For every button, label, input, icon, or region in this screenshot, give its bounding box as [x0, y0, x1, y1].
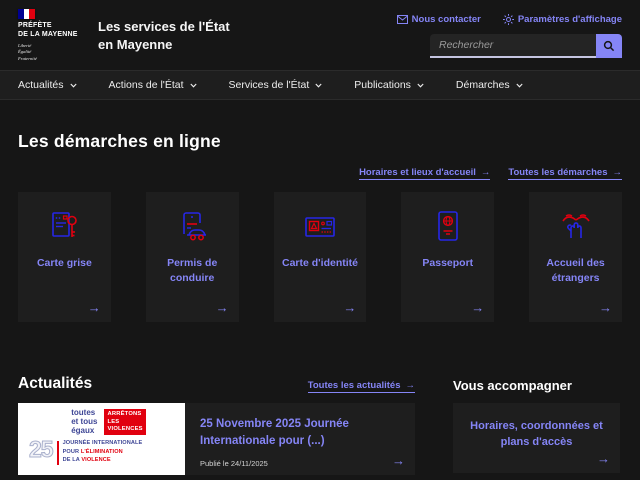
news-published-date: Publié le 24/11/2025 — [200, 459, 268, 468]
contact-link[interactable]: Nous contacter — [397, 14, 481, 25]
arrow-icon: → — [88, 300, 101, 315]
tile-label: Accueil des étrangers — [529, 256, 622, 285]
tile-accueil-etrangers[interactable]: Accueil des étrangers → — [529, 192, 622, 322]
tile-label: Passeport — [417, 256, 478, 271]
actualites-section: Actualités Toutes les actualités → toute… — [18, 375, 415, 475]
main-nav: Actualités Actions de l'État Services de… — [0, 70, 640, 100]
accompagner-section: Vous accompagner Horaires, coordonnées e… — [453, 375, 620, 475]
tile-label: Permis de conduire — [146, 256, 239, 285]
envelope-icon — [397, 15, 408, 24]
chevron-down-icon — [315, 83, 322, 88]
arrow-icon: → — [481, 167, 491, 178]
nav-item-actualites[interactable]: Actualités — [18, 79, 77, 91]
arrow-icon: → — [471, 300, 484, 315]
nav-item-actions-etat[interactable]: Actions de l'État — [109, 79, 197, 91]
prefecture-mayenne-homepage: { "ui": { "arrow": "→" }, "colors": { "b… — [0, 0, 640, 480]
toutes-demarches-link[interactable]: Toutes les démarches → — [508, 167, 622, 180]
tile-permis-de-conduire[interactable]: Permis de conduire → — [146, 192, 239, 322]
carte-identite-icon — [300, 207, 340, 247]
tile-passeport[interactable]: Passeport → — [401, 192, 494, 322]
header-right: Nous contacter Paramètres d'affichage — [397, 9, 622, 58]
news-title: 25 Novembre 2025 Journée Internationale … — [200, 416, 401, 449]
poster-badge: ARRÊTONS LES VIOLENCES — [104, 409, 145, 435]
arrow-icon: → — [392, 453, 405, 468]
brand-block[interactable]: PRÉFÈTE DE LA MAYENNE Liberté Égalité Fr… — [18, 9, 243, 62]
chevron-down-icon — [190, 83, 197, 88]
poster-caption: JOURNÉE INTERNATIONALE POUR L'ÉLIMINATIO… — [63, 439, 143, 465]
site-title: Les services de l'État en Mayenne — [98, 18, 243, 62]
poster-number: 25 — [29, 439, 53, 461]
accueil-des-etrangers-icon — [556, 207, 596, 247]
nav-item-publications[interactable]: Publications — [354, 79, 424, 91]
french-flag-icon — [18, 9, 35, 19]
gov-motto: Liberté Égalité Fraternité — [18, 43, 80, 63]
display-settings-icon — [503, 14, 514, 25]
tile-label: Carte grise — [32, 256, 97, 271]
arrow-icon: → — [613, 167, 623, 178]
demarches-links: Horaires et lieux d'accueil → Toutes les… — [18, 167, 622, 180]
search-icon — [603, 40, 615, 52]
tile-label: Carte d'identité — [277, 256, 363, 271]
accomp-card-label: Horaires, coordonnées et plans d'accès — [465, 418, 608, 451]
gov-logo: PRÉFÈTE DE LA MAYENNE Liberté Égalité Fr… — [18, 9, 80, 62]
arrow-icon: → — [216, 300, 229, 315]
arrow-icon: → — [406, 380, 416, 391]
search-bar — [430, 34, 622, 58]
header: PRÉFÈTE DE LA MAYENNE Liberté Égalité Fr… — [0, 0, 640, 70]
header-quick-links: Nous contacter Paramètres d'affichage — [397, 14, 622, 25]
nav-item-services-etat[interactable]: Services de l'État — [229, 79, 323, 91]
permis-de-conduire-icon — [172, 207, 212, 247]
arrow-icon: → — [599, 300, 612, 315]
bottom-section: Actualités Toutes les actualités → toute… — [18, 375, 622, 475]
poster-divider — [57, 441, 59, 465]
horaires-coordonnees-card[interactable]: Horaires, coordonnées et plans d'accès → — [453, 403, 620, 473]
news-text: 25 Novembre 2025 Journée Internationale … — [185, 403, 415, 475]
demarches-cards: Carte grise → Permis de conduire → — [18, 192, 622, 322]
toutes-actualites-link[interactable]: Toutes les actualités → — [308, 380, 415, 393]
arrow-icon: → — [343, 300, 356, 315]
accompagner-title: Vous accompagner — [453, 378, 620, 393]
chevron-down-icon — [516, 83, 523, 88]
nav-item-demarches[interactable]: Démarches — [456, 79, 523, 91]
gov-name: PRÉFÈTE DE LA MAYENNE — [18, 22, 80, 40]
passeport-icon — [428, 207, 468, 247]
carte-grise-icon — [44, 207, 84, 247]
demarches-title: Les démarches en ligne — [18, 131, 622, 152]
horaires-lieux-link[interactable]: Horaires et lieux d'accueil → — [359, 167, 490, 180]
chevron-down-icon — [70, 83, 77, 88]
news-card[interactable]: toutes et tous égaux ARRÊTONS LES VIOLEN… — [18, 403, 415, 475]
chevron-down-icon — [417, 83, 424, 88]
search-input[interactable] — [430, 34, 596, 58]
poster-tagline: toutes et tous égaux — [71, 409, 97, 435]
main-content: Les démarches en ligne Horaires et lieux… — [0, 131, 640, 475]
search-button[interactable] — [596, 34, 622, 58]
tile-carte-identite[interactable]: Carte d'identité → — [274, 192, 367, 322]
actualites-title: Actualités — [18, 375, 92, 393]
tile-carte-grise[interactable]: Carte grise → — [18, 192, 111, 322]
display-settings-link[interactable]: Paramètres d'affichage — [503, 14, 622, 25]
news-poster-image: toutes et tous égaux ARRÊTONS LES VIOLEN… — [18, 403, 185, 475]
arrow-icon: → — [597, 451, 610, 466]
